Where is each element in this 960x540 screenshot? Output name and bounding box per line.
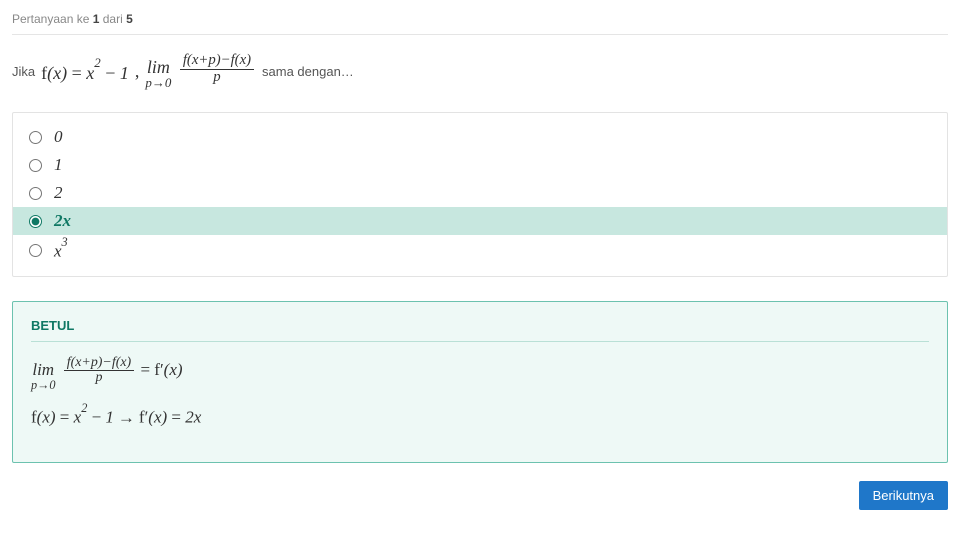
answer-radio[interactable]: [29, 215, 42, 228]
feedback-line-1: lim p→0 f(x+p)−f(x) p = f′(x): [31, 356, 929, 391]
answer-option-3[interactable]: 2x: [13, 207, 947, 235]
answer-radio[interactable]: [29, 131, 42, 144]
question-limit: lim p→0 f(x+p)−f(x) p: [145, 53, 256, 90]
answer-label: x3: [54, 239, 68, 262]
progress-prefix: Pertanyaan ke: [12, 12, 93, 26]
progress-sep: dari: [99, 12, 126, 26]
question-text: Jika f(x) = x2 − 1 , lim p→0 f(x+p)−f(x)…: [12, 53, 948, 90]
answer-option-2[interactable]: 2: [13, 179, 947, 207]
question-expr-fx: f(x) = x2 − 1: [41, 60, 129, 84]
answer-list: 0 1 2 2x x3: [12, 112, 948, 277]
answer-radio[interactable]: [29, 244, 42, 257]
feedback-line-2: f(x) = x2 − 1→f′(x) = 2x: [31, 405, 929, 428]
answer-option-1[interactable]: 1: [13, 151, 947, 179]
feedback-panel: BETUL lim p→0 f(x+p)−f(x) p = f′(x) f(x)…: [12, 301, 948, 463]
next-button[interactable]: Berikutnya: [859, 481, 948, 510]
footer: Berikutnya: [12, 481, 948, 510]
answer-label: 1: [54, 155, 63, 175]
answer-radio[interactable]: [29, 159, 42, 172]
answer-option-0[interactable]: 0: [13, 123, 947, 151]
answer-label: 2x: [54, 211, 71, 231]
question-progress: Pertanyaan ke 1 dari 5: [12, 12, 948, 35]
answer-label: 0: [54, 127, 63, 147]
question-lead: Jika: [12, 64, 35, 79]
answer-label: 2: [54, 183, 63, 203]
feedback-title: BETUL: [31, 318, 929, 342]
question-tail: sama dengan…: [262, 64, 354, 79]
progress-total: 5: [126, 12, 133, 26]
answer-option-4[interactable]: x3: [13, 235, 947, 266]
answer-radio[interactable]: [29, 187, 42, 200]
question-comma: ,: [135, 61, 140, 82]
